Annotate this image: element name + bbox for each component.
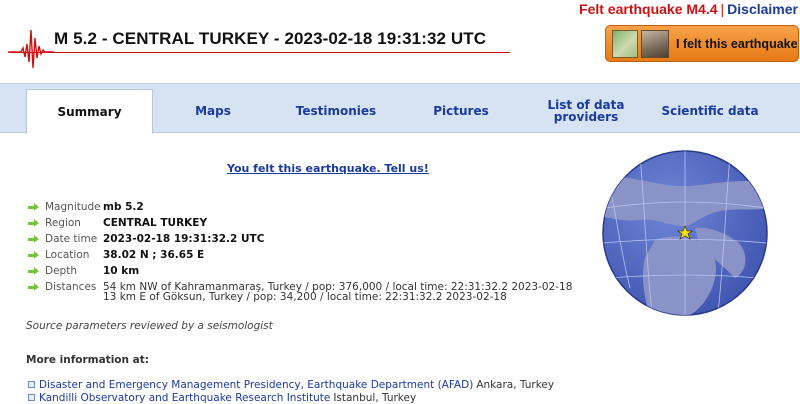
detail-row-magnitude: Magnitude mb 5.2 bbox=[28, 200, 144, 214]
source-location: Istanbul, Turkey bbox=[333, 391, 417, 404]
region-value: CENTRAL TURKEY bbox=[103, 217, 208, 229]
depth-value: 10 km bbox=[103, 265, 140, 277]
detail-row-datetime: Date time 2023-02-18 19:31:32.2 UTC bbox=[28, 232, 264, 246]
detail-label: Magnitude bbox=[45, 201, 101, 213]
datetime-value: 2023-02-18 19:31:32.2 UTC bbox=[103, 233, 265, 245]
detail-label: Depth bbox=[45, 265, 77, 277]
top-links-separator: | bbox=[720, 1, 725, 17]
tab-maps[interactable]: Maps bbox=[170, 90, 256, 132]
detail-row-region: Region CENTRAL TURKEY bbox=[28, 216, 207, 230]
source-item-afad: Disaster and Emergency Management Presid… bbox=[28, 378, 554, 391]
source-location: Ankara, Turkey bbox=[476, 378, 555, 391]
arrow-right-icon bbox=[28, 250, 40, 260]
tab-testimonies[interactable]: Testimonies bbox=[280, 90, 392, 132]
tell-us-link[interactable]: You felt this earthquake. Tell us! bbox=[227, 162, 429, 175]
source-item-kandilli: Kandilli Observatory and Earthquake Rese… bbox=[28, 391, 416, 404]
arrow-right-icon bbox=[28, 218, 40, 228]
location-value: 38.02 N ; 36.65 E bbox=[103, 249, 205, 261]
page-title: M 5.2 - CENTRAL TURKEY - 2023-02-18 19:3… bbox=[54, 29, 487, 48]
felt-button-label: I felt this earthquake bbox=[676, 36, 798, 51]
arrow-right-icon bbox=[28, 202, 40, 212]
square-bullet-icon bbox=[28, 381, 35, 388]
arrow-right-icon bbox=[28, 234, 40, 244]
magnitude-value: mb 5.2 bbox=[103, 201, 144, 213]
detail-label: Distances bbox=[45, 281, 97, 293]
source-link-afad[interactable]: Disaster and Emergency Management Presid… bbox=[39, 379, 473, 391]
tab-summary[interactable]: Summary bbox=[26, 89, 153, 134]
reviewed-note: Source parameters reviewed by a seismolo… bbox=[26, 320, 273, 332]
tab-scientific-data[interactable]: Scientific data bbox=[655, 90, 765, 132]
detail-label: Date time bbox=[45, 233, 98, 245]
globe-icon bbox=[602, 150, 768, 316]
tab-pictures[interactable]: Pictures bbox=[413, 90, 509, 132]
disclaimer-link[interactable]: Disclaimer bbox=[727, 1, 798, 17]
seismogram-logo-icon bbox=[8, 29, 54, 68]
arrow-right-icon bbox=[28, 266, 40, 276]
detail-label: Region bbox=[45, 217, 81, 229]
title-underline bbox=[10, 52, 510, 53]
tab-list-of-data-providers[interactable]: List of data providers bbox=[532, 90, 640, 132]
felt-photo-icon bbox=[641, 29, 669, 58]
distance-line-2: 13 km E of Göksun, Turkey / pop: 34,200 … bbox=[103, 291, 507, 303]
detail-row-depth: Depth 10 km bbox=[28, 264, 139, 278]
square-bullet-icon bbox=[28, 394, 35, 401]
i-felt-this-earthquake-button[interactable]: I felt this earthquake bbox=[605, 25, 799, 62]
arrow-right-icon bbox=[28, 282, 40, 292]
felt-earthquake-link[interactable]: Felt earthquake M4.4 bbox=[579, 1, 718, 17]
detail-label: Location bbox=[45, 249, 90, 261]
more-info-heading: More information at: bbox=[26, 354, 149, 366]
source-link-kandilli[interactable]: Kandilli Observatory and Earthquake Rese… bbox=[39, 392, 330, 404]
detail-row-location: Location 38.02 N ; 36.65 E bbox=[28, 248, 204, 262]
top-links: Felt earthquake M4.4 | Disclaimer bbox=[579, 1, 798, 17]
felt-map-icon bbox=[612, 29, 638, 58]
